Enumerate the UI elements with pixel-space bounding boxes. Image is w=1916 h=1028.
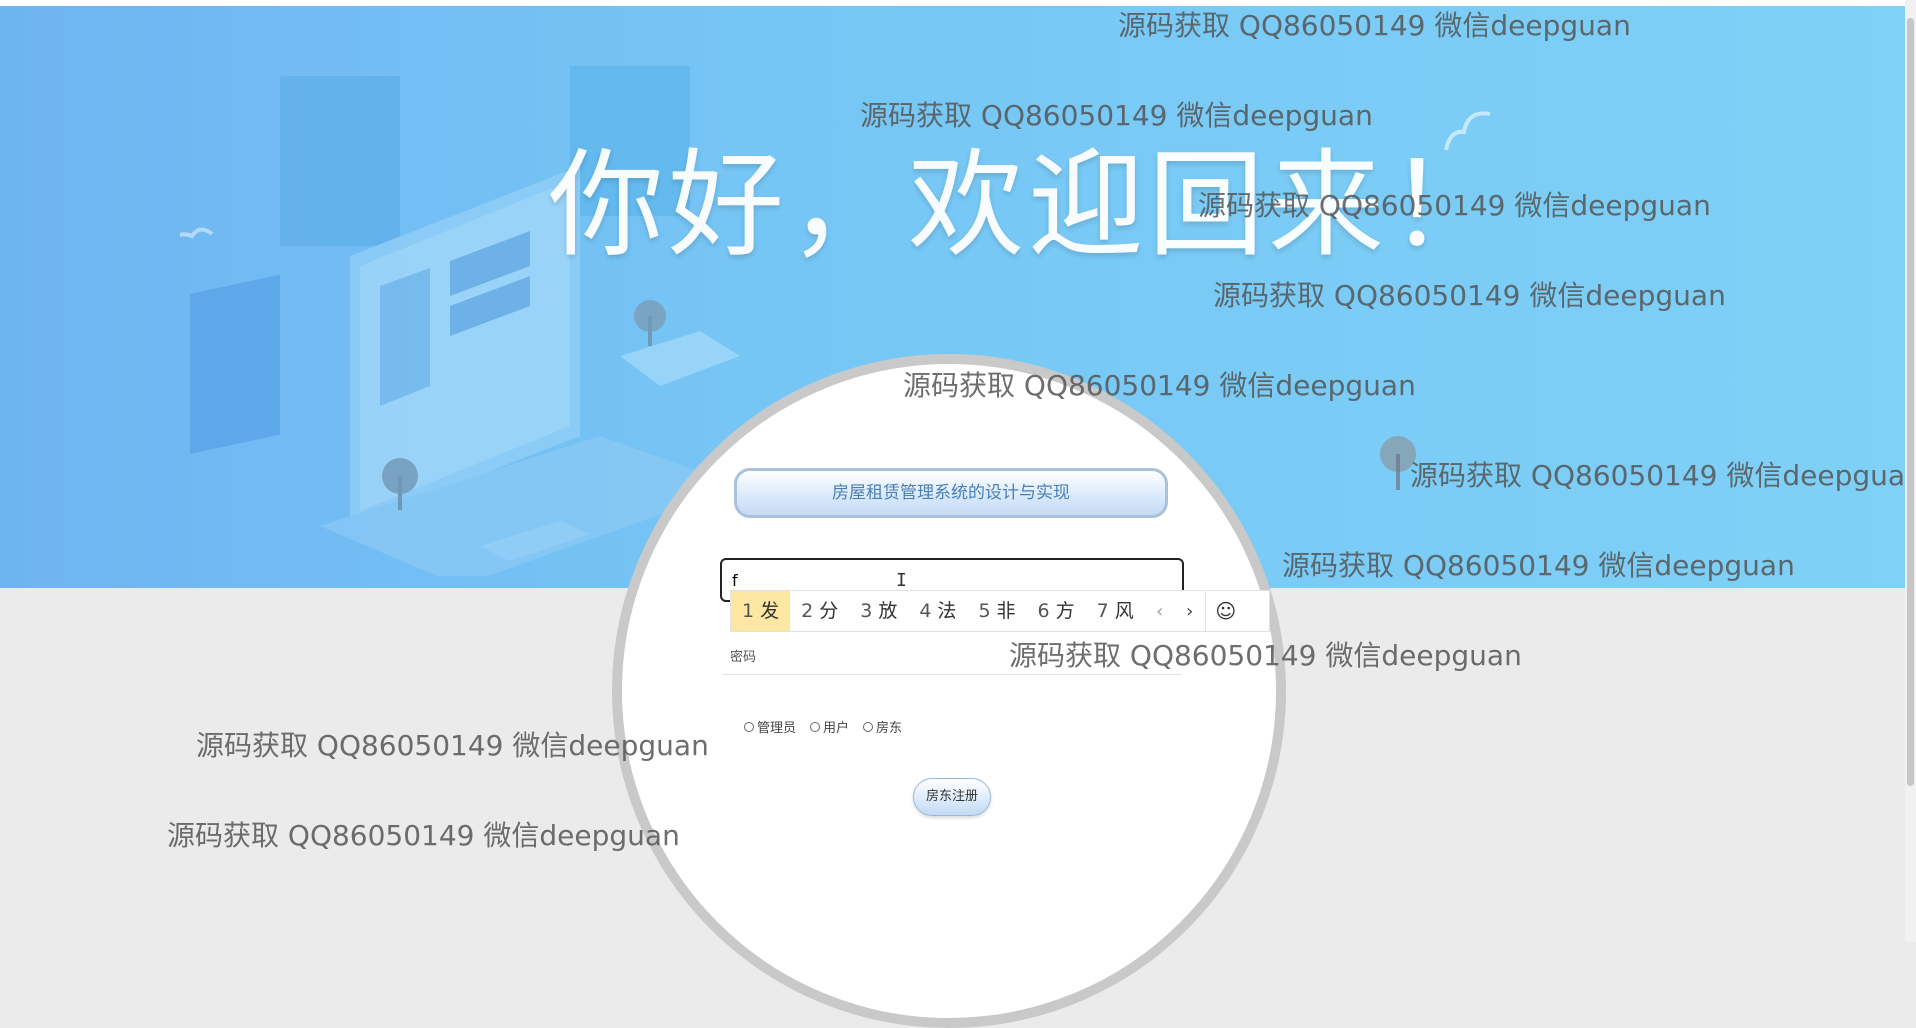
ime-candidate[interactable]: 3放 xyxy=(849,591,908,631)
ime-candidate[interactable]: 4法 xyxy=(908,591,967,631)
radio-icon[interactable] xyxy=(810,721,821,732)
ime-candidate[interactable]: 2分 xyxy=(790,591,849,631)
radio-icon[interactable] xyxy=(863,721,874,732)
ime-candidate[interactable]: 7风 xyxy=(1086,591,1145,631)
watermark-text: 源码获取 QQ86050149 微信deepguan xyxy=(167,819,680,852)
cloud-decoration xyxy=(1444,111,1491,151)
password-underline xyxy=(722,674,1182,675)
scrollbar-thumb[interactable] xyxy=(1907,18,1914,786)
watermark-text: 源码获取 QQ86050149 微信deepgua xyxy=(1410,459,1906,492)
ime-candidate[interactable]: 5非 xyxy=(967,591,1026,631)
emoji-icon[interactable]: ☺ xyxy=(1204,591,1246,631)
watermark-text: 源码获取 QQ86050149 微信deepguan xyxy=(903,369,1416,402)
watermark-text: 源码获取 QQ86050149 微信deepguan xyxy=(1213,279,1726,312)
login-panel-circle xyxy=(612,354,1286,1028)
watermark-text: 源码获取 QQ86050149 微信deepguan xyxy=(1118,9,1631,42)
radio-icon[interactable] xyxy=(744,721,754,732)
watermark-text: 源码获取 QQ86050149 微信deepguan xyxy=(860,99,1373,132)
landlord-register-button[interactable]: 房东注册 xyxy=(913,778,991,816)
role-radio-group: 管理员 用户 房东 xyxy=(744,717,902,736)
text-cursor-icon: I xyxy=(896,570,907,591)
password-field[interactable]: 密码 xyxy=(730,646,756,665)
ime-candidate-bar[interactable]: 1发 2分 3放 4法 5非 6方 7风 ‹ › ☺ xyxy=(730,590,1270,632)
ime-candidate[interactable]: 6方 xyxy=(1027,591,1086,631)
scrollbar-track[interactable] xyxy=(1905,0,1916,942)
chevron-left-icon[interactable]: ‹ xyxy=(1145,601,1175,622)
system-title: 房屋租赁管理系统的设计与实现 xyxy=(734,468,1168,518)
role-option-admin[interactable]: 管理员 xyxy=(744,717,796,736)
watermark-text: 源码获取 QQ86050149 微信deepguan xyxy=(1198,189,1711,222)
watermark-text: 源码获取 QQ86050149 微信deepguan xyxy=(1282,549,1795,582)
role-option-landlord[interactable]: 房东 xyxy=(863,717,902,736)
chevron-right-icon[interactable]: › xyxy=(1175,601,1205,622)
watermark-text: 源码获取 QQ86050149 微信deepguan xyxy=(1009,639,1522,672)
role-option-user[interactable]: 用户 xyxy=(810,717,849,736)
ime-candidate[interactable]: 1发 xyxy=(731,591,791,631)
watermark-text: 源码获取 QQ86050149 微信deepguan xyxy=(196,729,709,762)
